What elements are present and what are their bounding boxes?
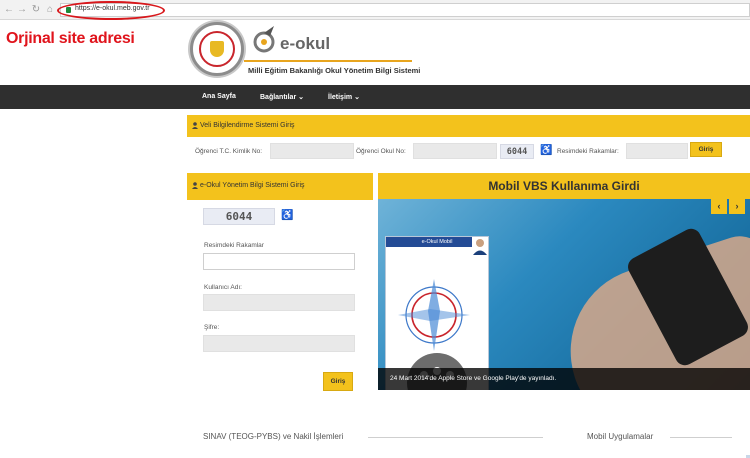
emblem-torch-icon (210, 41, 224, 57)
annotation-text: Orjinal site adresi (6, 30, 135, 47)
nav-item-home[interactable]: Ana Sayfa (202, 93, 236, 100)
parent-captcha-image: 6044 (500, 144, 534, 159)
ministry-emblem (190, 22, 244, 76)
nav-item-contact[interactable]: İletişim ⌄ (328, 93, 360, 101)
logo-text[interactable]: e-okul (280, 34, 330, 54)
slider-title: Mobil VBS Kullanıma Girdi (378, 173, 750, 199)
main-navbar (0, 85, 750, 109)
emblem-ring (199, 31, 235, 67)
school-no-label: Öğrenci Okul No: (356, 148, 406, 155)
home-icon[interactable]: ⌂ (45, 4, 55, 16)
reload-icon[interactable]: ↻ (31, 4, 41, 16)
staff-login-title: e-Okul Yönetim Bilgi Sistemi Giriş (200, 182, 305, 189)
header-divider (244, 60, 412, 62)
tc-label: Öğrenci T.C. Kimlik No: (195, 148, 263, 155)
url-highlight-ellipse (57, 1, 165, 20)
news-slider[interactable]: e-Okul Mobil 24 Mart 2014'de Apple Store… (378, 173, 750, 390)
user-icon (192, 182, 198, 189)
exam-section-divider (368, 437, 543, 438)
user-icon (192, 122, 198, 129)
username-input[interactable] (203, 294, 355, 311)
staff-captcha-input[interactable] (203, 253, 355, 270)
back-icon[interactable]: ← (4, 4, 14, 16)
tc-input[interactable] (270, 143, 354, 159)
mobile-apps-title: Mobil Uygulamalar (587, 432, 654, 441)
mobile-apps-divider (670, 437, 732, 438)
app-screenshot: e-Okul Mobil (385, 236, 489, 390)
page-root: ← → ↻ ⌂ https://e-okul.meb.gov.tr Orjina… (0, 0, 750, 458)
nav-item-links[interactable]: Bağlantılar ⌄ (260, 93, 304, 101)
avatar (472, 237, 488, 255)
exam-section-title: SINAV (TEOG-PYBS) ve Nakil İşlemleri (203, 432, 344, 441)
school-no-input[interactable] (413, 143, 497, 159)
password-label: Şifre: (204, 324, 220, 331)
parent-captcha-input[interactable] (626, 143, 688, 159)
slider-next-button[interactable]: › (729, 199, 745, 214)
slider-prev-button[interactable]: ‹ (711, 199, 727, 214)
parent-login-button[interactable]: Giriş (690, 142, 722, 157)
parent-login-header: Veli Bilgilendirme Sistemi Giriş (187, 115, 750, 137)
forward-icon[interactable]: → (17, 4, 27, 16)
slider-image: e-Okul Mobil (378, 199, 750, 390)
parent-login-title: Veli Bilgilendirme Sistemi Giriş (200, 122, 295, 129)
audio-captcha-icon[interactable]: ♿ (540, 145, 552, 156)
staff-captcha-label: Resimdeki Rakamlar (204, 242, 264, 249)
password-input[interactable] (203, 335, 355, 352)
staff-login-header: e-Okul Yönetim Bilgi Sistemi Giriş (187, 173, 373, 200)
ministry-text: Milli Eğitim Bakanlığı Okul Yönetim Bilg… (248, 66, 421, 75)
e-okul-logo-icon (253, 26, 275, 53)
audio-captcha-icon[interactable]: ♿ (281, 210, 293, 221)
captcha-label: Resimdeki Rakamlar: (557, 148, 619, 155)
slider-caption-bar: 24 Mart 2014'de Apple Store ve Google Pl… (378, 368, 750, 390)
staff-captcha-image: 6044 (203, 208, 275, 225)
slider-caption: 24 Mart 2014'de Apple Store ve Google Pl… (390, 375, 557, 382)
username-label: Kullanıcı Adı: (204, 284, 242, 291)
staff-login-button[interactable]: Giriş (323, 372, 353, 391)
